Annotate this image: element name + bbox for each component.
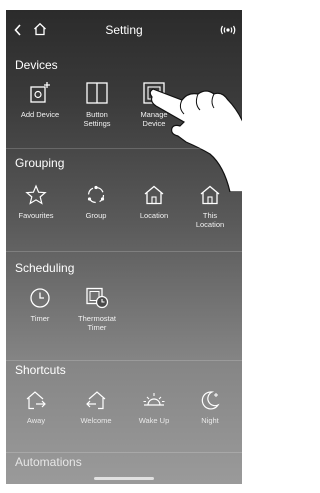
thermostat-timer-tile[interactable]: Thermostat Timer [67,287,127,332]
button-settings-label: Button Settings [83,110,111,128]
moon-icon [201,391,220,410]
section-title-scheduling: Scheduling [15,261,75,275]
divider [6,251,242,252]
location-label: Location [139,211,169,220]
night-label: Night [201,416,219,425]
clock-icon [30,288,50,308]
top-bar: Setting [6,10,242,46]
house-icon [144,185,164,205]
favourites-tile[interactable]: Favourites [6,184,66,220]
wake-up-label: Wake Up [138,416,170,425]
group-tile[interactable]: Group [66,184,126,220]
timer-label: Timer [30,314,50,323]
welcome-label: Welcome [80,416,112,425]
this-location-tile[interactable]: This Location [180,184,240,229]
thermostat-timer-icon [86,287,109,309]
thermostat-timer-label: Thermostat Timer [78,314,116,332]
button-settings-tile[interactable]: Button Settings [67,81,127,128]
home-indicator[interactable] [94,477,154,480]
welcome-icon [86,391,106,410]
add-device-label: Add Device [20,110,60,119]
divider [6,360,242,361]
settings-screen: Setting Devices Add Device Button Settin… [6,10,242,484]
this-location-label: This Location [195,211,225,229]
section-title-shortcuts: Shortcuts [15,363,66,377]
divider [6,452,242,453]
add-device-tile[interactable]: Add Device [10,81,70,119]
night-tile[interactable]: Night [180,389,240,425]
page-title: Setting [105,23,143,37]
section-title-automations: Automations [15,455,82,469]
add-device-icon [30,82,50,103]
star-icon [25,184,47,205]
group-icon [87,185,105,204]
switch-panel-icon [86,82,108,104]
group-label: Group [85,211,107,220]
timer-tile[interactable]: Timer [10,287,70,323]
section-title-devices: Devices [15,58,58,72]
sunrise-icon [143,393,165,406]
divider [6,148,242,149]
welcome-tile[interactable]: Welcome [66,389,126,425]
house-icon [200,185,220,205]
section-title-grouping: Grouping [15,156,65,170]
location-tile[interactable]: Location [124,184,184,220]
away-label: Away [26,416,46,425]
away-icon [26,391,46,410]
hand-pointer-icon [149,88,242,192]
away-tile[interactable]: Away [6,389,66,425]
wake-up-tile[interactable]: Wake Up [124,389,184,425]
broadcast-icon[interactable] [219,25,237,35]
favourites-label: Favourites [18,211,54,220]
